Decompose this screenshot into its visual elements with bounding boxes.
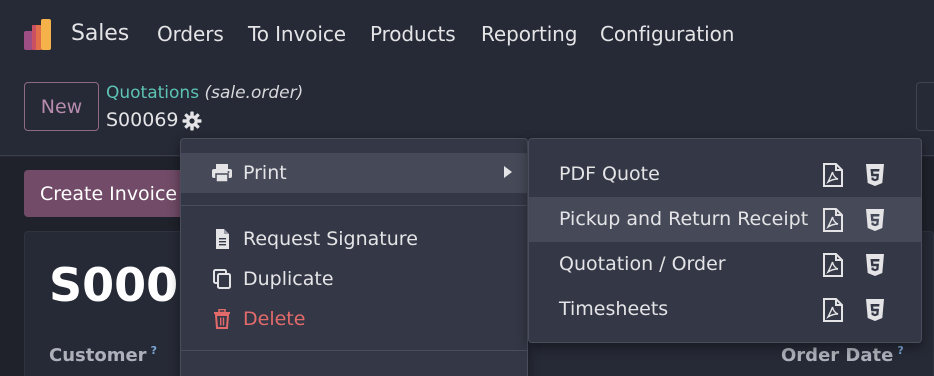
breadcrumb-model-name: (sale.order) (204, 83, 304, 103)
pdf-file-icon[interactable] (822, 208, 844, 232)
new-button[interactable]: New (24, 82, 99, 131)
customer-help-icon[interactable]: ? (151, 344, 157, 357)
html5-icon[interactable] (865, 163, 885, 187)
menu-reporting[interactable]: Reporting (481, 22, 577, 46)
action-dropdown-menu: Print Request Signature Duplicate Delete (180, 138, 528, 376)
report-label: PDF Quote (559, 163, 660, 185)
pdf-file-icon[interactable] (822, 253, 844, 277)
menu-products[interactable]: Products (370, 22, 456, 46)
menu-divider (181, 205, 527, 206)
app-name[interactable]: Sales (71, 21, 129, 46)
menu-item-duplicate[interactable]: Duplicate (181, 259, 527, 299)
top-navbar: Sales Orders To Invoice Products Reporti… (0, 0, 934, 72)
menu-divider (181, 350, 527, 351)
create-invoice-button[interactable]: Create Invoice (24, 170, 194, 217)
report-label: Timesheets (559, 298, 669, 320)
sales-app-logo-icon[interactable] (23, 19, 57, 51)
document-icon (216, 229, 229, 249)
order-date-field-label: Order Date? (781, 344, 904, 366)
request-signature-label: Request Signature (243, 228, 418, 250)
report-timesheets[interactable]: Timesheets (529, 287, 921, 332)
delete-label: Delete (243, 308, 306, 330)
menu-item-print[interactable]: Print (181, 153, 527, 193)
customer-field-label: Customer? (49, 344, 157, 366)
print-submenu: PDF Quote Pickup and Return Receipt Quot… (528, 138, 922, 343)
report-quotation-order[interactable]: Quotation / Order (529, 242, 921, 287)
pdf-file-icon[interactable] (822, 163, 844, 187)
report-label: Quotation / Order (559, 253, 726, 275)
report-pdf-quote[interactable]: PDF Quote (529, 152, 921, 197)
record-name: S00069 (106, 109, 179, 131)
menu-item-request-signature[interactable]: Request Signature (181, 219, 527, 259)
pdf-file-icon[interactable] (822, 298, 844, 322)
breadcrumb-quotations-link[interactable]: Quotations (106, 83, 199, 103)
report-pickup-return-receipt[interactable]: Pickup and Return Receipt (529, 197, 921, 242)
report-label: Pickup and Return Receipt (559, 208, 809, 230)
duplicate-icon (213, 269, 231, 289)
gear-icon[interactable] (182, 111, 202, 131)
chevron-right-icon (504, 166, 512, 178)
duplicate-label: Duplicate (243, 268, 334, 290)
menu-to-invoice[interactable]: To Invoice (248, 22, 346, 46)
print-icon (212, 164, 232, 183)
order-date-help-icon[interactable]: ? (897, 344, 903, 357)
menu-orders[interactable]: Orders (157, 22, 224, 46)
trash-icon (214, 309, 230, 329)
html5-icon[interactable] (865, 253, 885, 277)
print-label: Print (243, 162, 287, 184)
html5-icon[interactable] (865, 208, 885, 232)
menu-configuration[interactable]: Configuration (600, 22, 734, 46)
pager-control[interactable] (916, 82, 934, 131)
html5-icon[interactable] (865, 298, 885, 322)
menu-item-delete[interactable]: Delete (181, 299, 527, 339)
breadcrumb: Quotations (sale.order) (106, 83, 303, 103)
